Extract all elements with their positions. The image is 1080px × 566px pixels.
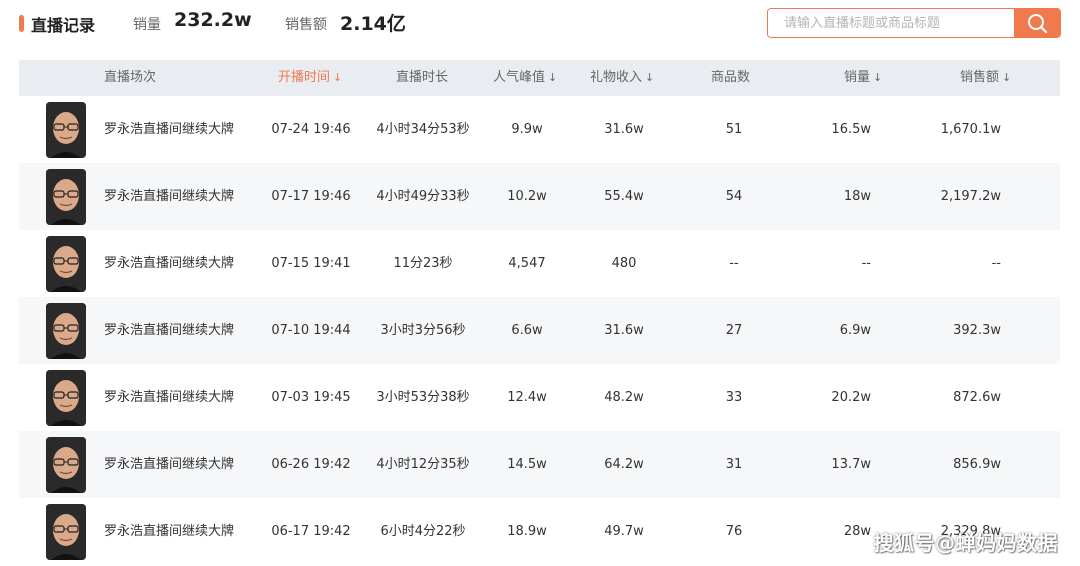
- cell-gift-income: 48.2w: [604, 390, 644, 405]
- cell-session-name[interactable]: 罗永浩直播间继续大牌: [104, 498, 254, 565]
- cell-session-name[interactable]: 罗永浩直播间继续大牌: [104, 96, 254, 163]
- cell-peak: 10.2w: [507, 189, 547, 204]
- col-sales-amount[interactable]: 销售额 ↓: [960, 60, 1011, 96]
- sales-amount-value: 2.14亿: [340, 13, 406, 35]
- search-box: [767, 8, 1061, 38]
- avatar: [46, 169, 86, 225]
- cell-peak: 4,547: [508, 256, 546, 271]
- page-title: 直播记录: [31, 16, 96, 35]
- cell-sales-amount: 872.6w: [953, 390, 1001, 405]
- cell-session-name[interactable]: 罗永浩直播间继续大牌: [104, 297, 254, 364]
- col-start-time[interactable]: 开播时间 ↓: [278, 60, 342, 96]
- cell-sales: 6.9w: [839, 323, 871, 338]
- cell-item-count: 54: [725, 189, 743, 204]
- search-button[interactable]: [1014, 9, 1060, 37]
- cell-peak: 9.9w: [511, 122, 543, 137]
- watermark: 搜狐号@蝉妈妈数据: [873, 531, 1058, 555]
- avatar: [46, 437, 86, 493]
- cell-start-time: 07-03 19:45: [271, 390, 351, 405]
- cell-duration: 3小时3分56秒: [380, 323, 466, 338]
- sales-volume-label: 销量: [133, 17, 161, 33]
- cell-sales-amount: 2,197.2w: [940, 189, 1001, 204]
- cell-peak: 6.6w: [511, 323, 543, 338]
- cell-start-time: 07-24 19:46: [271, 122, 351, 137]
- cell-gift-income: 64.2w: [604, 457, 644, 472]
- cell-gift-income: 31.6w: [604, 323, 644, 338]
- col-peak-popularity[interactable]: 人气峰值 ↓: [493, 60, 557, 96]
- table-row[interactable]: 罗永浩直播间继续大牌 06-26 19:42 4小时12分35秒 14.5w 64.2w…: [19, 431, 1060, 498]
- cell-session-name[interactable]: 罗永浩直播间继续大牌: [104, 230, 254, 297]
- table-header: 直播场次 开播时间 ↓ 直播时长 人气峰值 ↓ 礼物收入 ↓ 商品数 销量 ↓ 销售额 ↓: [19, 60, 1060, 96]
- cell-duration: 3小时53分38秒: [376, 390, 470, 405]
- sort-arrow-icon: ↓: [548, 71, 558, 84]
- cell-start-time: 07-17 19:46: [271, 189, 351, 204]
- avatar: [46, 504, 86, 560]
- avatar: [46, 303, 86, 359]
- cell-item-count: 27: [725, 323, 743, 338]
- cell-duration: 4小时12分35秒: [376, 457, 470, 472]
- search-icon: [1028, 14, 1048, 34]
- cell-sales-amount: --: [991, 256, 1001, 271]
- table-row[interactable]: 罗永浩直播间继续大牌 07-03 19:45 3小时53分38秒 12.4w 48.2w…: [19, 364, 1060, 431]
- table-body: 罗永浩直播间继续大牌 07-24 19:46 4小时34分53秒 9.9w 31.6w 5…: [19, 96, 1060, 565]
- sales-amount-label: 销售额: [285, 17, 327, 33]
- cell-start-time: 06-17 19:42: [271, 524, 351, 539]
- cell-gift-income: 31.6w: [604, 122, 644, 137]
- table-row[interactable]: 罗永浩直播间继续大牌 07-10 19:44 3小时3分56秒 6.6w 31.6w 27…: [19, 297, 1060, 364]
- search-input[interactable]: [768, 9, 1014, 37]
- sort-arrow-icon: ↓: [873, 71, 883, 84]
- cell-sales-amount: 856.9w: [953, 457, 1001, 472]
- cell-gift-income: 55.4w: [604, 189, 644, 204]
- avatar: [46, 102, 86, 158]
- sort-arrow-icon: ↓: [333, 71, 343, 84]
- cell-start-time: 07-15 19:41: [271, 256, 351, 271]
- cell-gift-income: 49.7w: [604, 524, 644, 539]
- cell-duration: 11分23秒: [393, 256, 453, 271]
- cell-sales: 28w: [843, 524, 871, 539]
- cell-item-count: 33: [725, 390, 743, 405]
- cell-sales-amount: 392.3w: [953, 323, 1001, 338]
- col-sales[interactable]: 销量 ↓: [844, 60, 882, 96]
- cell-peak: 18.9w: [507, 524, 547, 539]
- cell-start-time: 07-10 19:44: [271, 323, 351, 338]
- col-duration: 直播时长: [396, 70, 449, 85]
- cell-duration: 4小时49分33秒: [376, 189, 470, 204]
- cell-start-time: 06-26 19:42: [271, 457, 351, 472]
- cell-duration: 4小时34分53秒: [376, 122, 470, 137]
- cell-session-name[interactable]: 罗永浩直播间继续大牌: [104, 163, 254, 230]
- cell-peak: 14.5w: [507, 457, 547, 472]
- sort-arrow-icon: ↓: [645, 71, 655, 84]
- cell-sales-amount: 1,670.1w: [940, 122, 1001, 137]
- cell-session-name[interactable]: 罗永浩直播间继续大牌: [104, 364, 254, 431]
- avatar: [46, 370, 86, 426]
- cell-sales: 20.2w: [831, 390, 871, 405]
- table-row[interactable]: 罗永浩直播间继续大牌 07-17 19:46 4小时49分33秒 10.2w 55.4w…: [19, 163, 1060, 230]
- sort-arrow-icon: ↓: [1002, 71, 1012, 84]
- cell-session-name[interactable]: 罗永浩直播间继续大牌: [104, 431, 254, 498]
- title-accent-bar: [19, 15, 24, 32]
- col-session: 直播场次: [104, 70, 157, 85]
- cell-sales: --: [861, 256, 871, 271]
- cell-item-count: 76: [725, 524, 743, 539]
- cell-sales: 18w: [843, 189, 871, 204]
- sales-volume-value: 232.2w: [174, 9, 252, 31]
- cell-peak: 12.4w: [507, 390, 547, 405]
- cell-item-count: --: [729, 256, 739, 271]
- table-row[interactable]: 罗永浩直播间继续大牌 07-15 19:41 11分23秒 4,547 480 -- -- -…: [19, 230, 1060, 297]
- cell-item-count: 51: [725, 122, 743, 137]
- avatar: [46, 236, 86, 292]
- col-gift-income[interactable]: 礼物收入 ↓: [590, 60, 654, 96]
- cell-gift-income: 480: [611, 256, 637, 271]
- cell-duration: 6小时4分22秒: [380, 524, 466, 539]
- live-record-table: 直播场次 开播时间 ↓ 直播时长 人气峰值 ↓ 礼物收入 ↓ 商品数 销量 ↓ 销售额 ↓…: [19, 60, 1060, 565]
- col-item-count: 商品数: [711, 70, 751, 85]
- cell-sales: 13.7w: [831, 457, 871, 472]
- page-header: 直播记录 销量 232.2w 销售额 2.14亿: [0, 0, 1080, 48]
- cell-item-count: 31: [725, 457, 743, 472]
- table-row[interactable]: 罗永浩直播间继续大牌 07-24 19:46 4小时34分53秒 9.9w 31.6w 5…: [19, 96, 1060, 163]
- cell-sales: 16.5w: [831, 122, 871, 137]
